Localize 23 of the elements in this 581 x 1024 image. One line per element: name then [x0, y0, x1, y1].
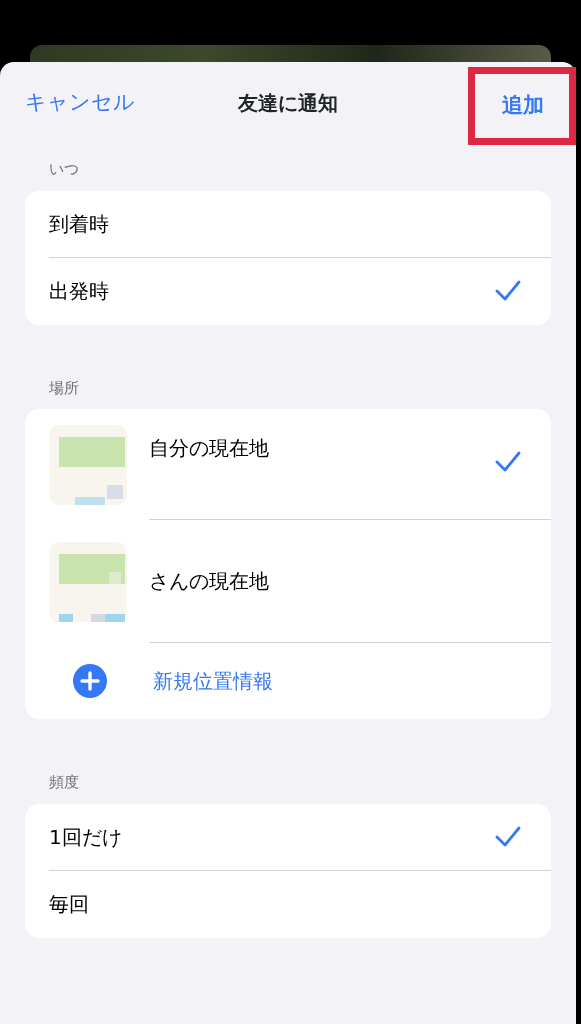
option-row[interactable]: 毎回 [49, 870, 551, 938]
cancel-button[interactable]: キャンセル [25, 87, 135, 119]
option-label: 出発時 [49, 278, 109, 305]
section-label: 頻度 [48, 772, 80, 793]
checkmark-icon [495, 280, 521, 302]
add-button[interactable]: 追加 [502, 90, 544, 122]
checkmark-icon [495, 825, 521, 848]
option-row[interactable]: 出発時 [49, 257, 551, 325]
option-label: さんの現在地 [149, 568, 269, 595]
option-row[interactable]: さんの現在地 [149, 520, 551, 643]
section-label: いつ [48, 159, 80, 180]
new-location-link[interactable]: 新規位置情報 [153, 666, 273, 696]
option-label: 到着時 [49, 210, 109, 238]
option-label: 自分の現在地 [149, 435, 269, 462]
option-row[interactable]: 到着時 [49, 190, 551, 258]
plus-icon [72, 663, 108, 699]
section-label: 場所 [48, 377, 80, 399]
checkmark-icon [495, 451, 521, 473]
option-label: 1回だけ [49, 823, 122, 851]
option-row[interactable]: 自分の現在地 [149, 409, 551, 520]
option-label: 毎回 [49, 891, 89, 918]
sheet-title: 友達に通知 [238, 91, 338, 115]
option-row[interactable]: 1回だけ [49, 803, 551, 871]
